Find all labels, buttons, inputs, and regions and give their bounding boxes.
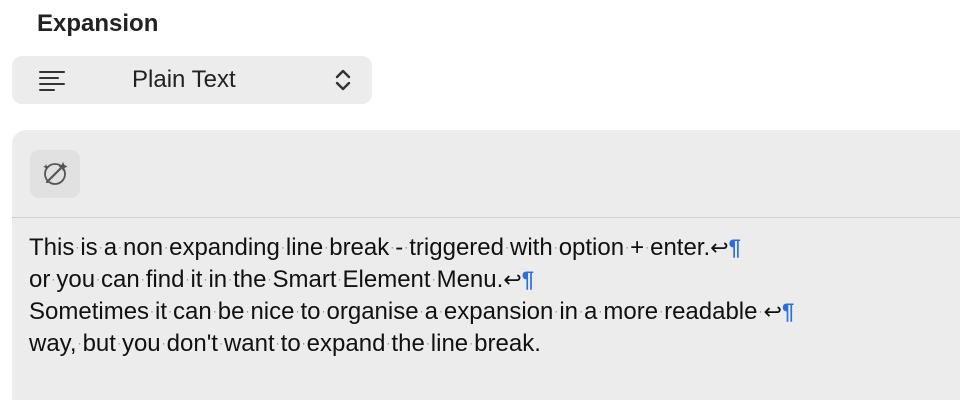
editor-word: Sometimes xyxy=(29,298,150,325)
editor-word: can xyxy=(173,298,212,325)
expansion-section-title: Expansion xyxy=(37,10,159,37)
editor-word: can xyxy=(101,266,140,293)
up-down-chevron-icon xyxy=(335,69,351,91)
editor-word: or xyxy=(29,266,51,293)
editor-word: but xyxy=(82,330,116,357)
format-dropdown-value: Plain Text xyxy=(132,66,236,93)
editor-line: This·is·a·non·expanding·line·break·-·tri… xyxy=(29,231,949,263)
editor-word: don't xyxy=(166,330,218,357)
editor-word: to xyxy=(280,330,301,357)
editor-word: non xyxy=(123,234,164,261)
editor-word: triggered xyxy=(409,234,504,261)
editor-word: be xyxy=(217,298,245,325)
editor-divider xyxy=(12,217,960,218)
editor-word: in xyxy=(559,298,579,325)
editor-word: organise xyxy=(326,298,419,325)
editor-word: the xyxy=(233,266,267,293)
editor-word: a xyxy=(103,234,118,261)
editor-word: is xyxy=(80,234,98,261)
editor-word: readable xyxy=(664,298,758,325)
smart-element-button[interactable] xyxy=(30,150,80,198)
editor-word: in xyxy=(208,266,228,293)
editor-word: to xyxy=(300,298,321,325)
editor-word: with xyxy=(510,234,553,261)
editor-word: you xyxy=(56,266,96,293)
editor-word: + xyxy=(630,234,645,261)
editor-word: line xyxy=(285,234,324,261)
editor-word: enter. xyxy=(650,234,711,261)
editor-word: find xyxy=(145,266,185,293)
editor-word: nice xyxy=(250,298,295,325)
editor-line: or·you·can·find·it·in·the·Smart·Element·… xyxy=(29,263,949,295)
editor-word: Smart xyxy=(272,266,337,293)
editor-word: Element xyxy=(342,266,431,293)
editor-word: way, xyxy=(29,330,77,357)
editor-word: expansion xyxy=(443,298,554,325)
editor-word: you xyxy=(121,330,161,357)
pilcrow-icon: ¶ xyxy=(521,267,534,292)
editor-word: it xyxy=(155,298,168,325)
editor-word: want xyxy=(223,330,275,357)
editor-word: This xyxy=(29,234,75,261)
pilcrow-icon: ¶ xyxy=(781,299,795,324)
editor-word: a xyxy=(584,298,598,325)
editor-word: it xyxy=(190,266,203,293)
editor-word: break. xyxy=(474,330,541,357)
editor-word: expand xyxy=(306,330,386,357)
editor-word: break xyxy=(329,234,390,261)
soft-return-icon: ↩ xyxy=(503,267,522,292)
magic-wand-sparkle-icon xyxy=(43,162,68,185)
editor-line: Sometimes·it·can·be·nice·to·organise·a·e… xyxy=(29,295,949,327)
editor-word: option xyxy=(558,234,625,261)
editor-word: line xyxy=(430,330,469,357)
text-align-left-icon xyxy=(39,71,65,91)
expansion-text-area[interactable]: This·is·a·non·expanding·line·break·-·tri… xyxy=(29,231,949,359)
soft-return-icon: ↩ xyxy=(710,235,729,260)
editor-word: a xyxy=(424,298,438,325)
format-dropdown[interactable]: Plain Text xyxy=(12,56,372,104)
pilcrow-icon: ¶ xyxy=(728,235,741,260)
editor-word: Menu. xyxy=(436,266,504,293)
editor-word: the xyxy=(391,330,425,357)
editor-line: way,·but·you·don't·want·to·expand·the·li… xyxy=(29,327,949,359)
soft-return-icon: ↩ xyxy=(763,299,782,324)
editor-word: expanding xyxy=(169,234,280,261)
expansion-editor: This·is·a·non·expanding·line·break·-·tri… xyxy=(12,130,960,400)
editor-word: more xyxy=(603,298,659,325)
